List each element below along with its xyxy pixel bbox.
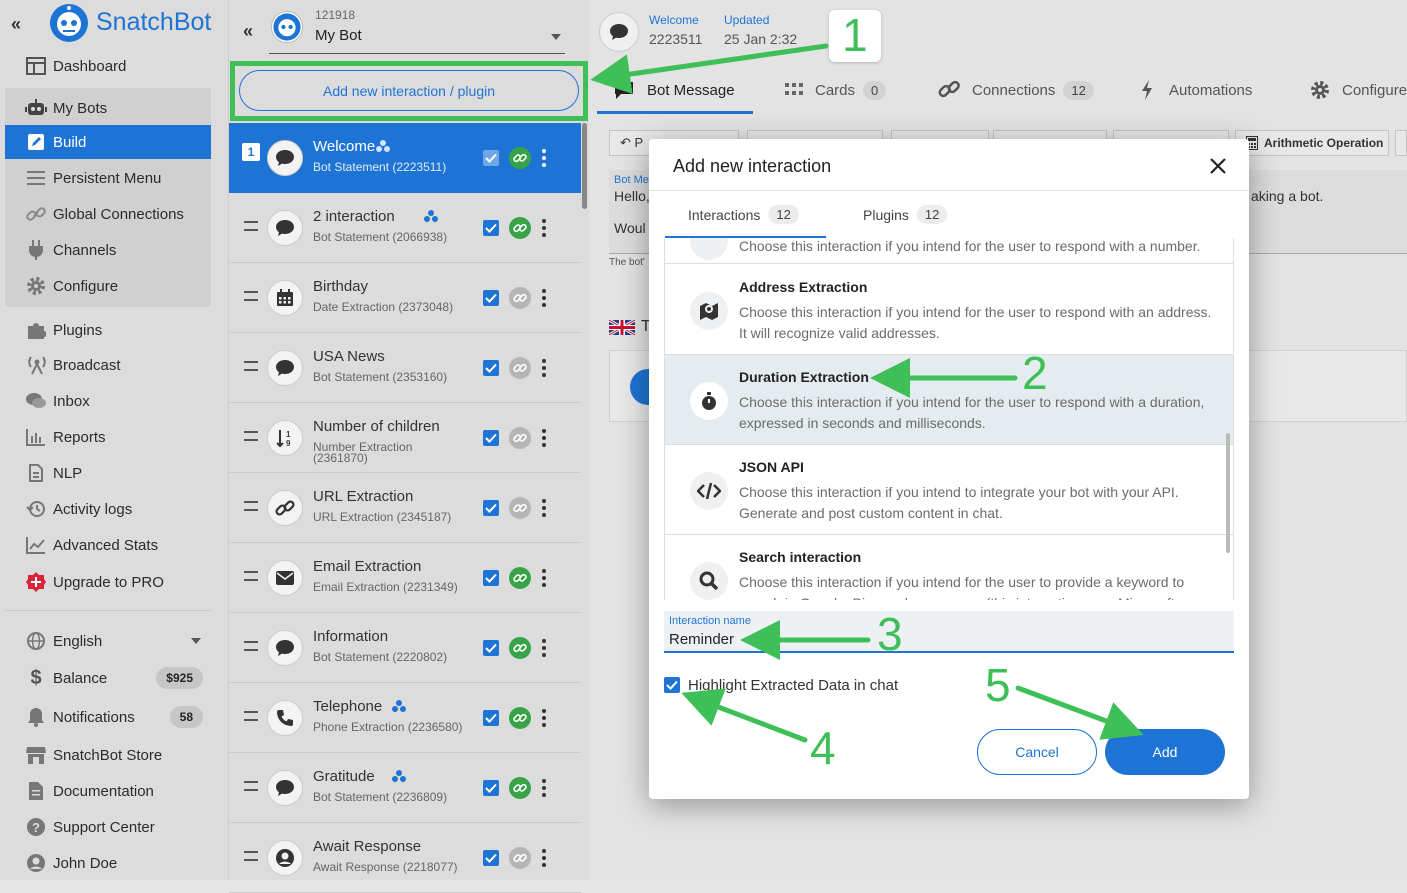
annotation-arrows: [590, 43, 1144, 743]
